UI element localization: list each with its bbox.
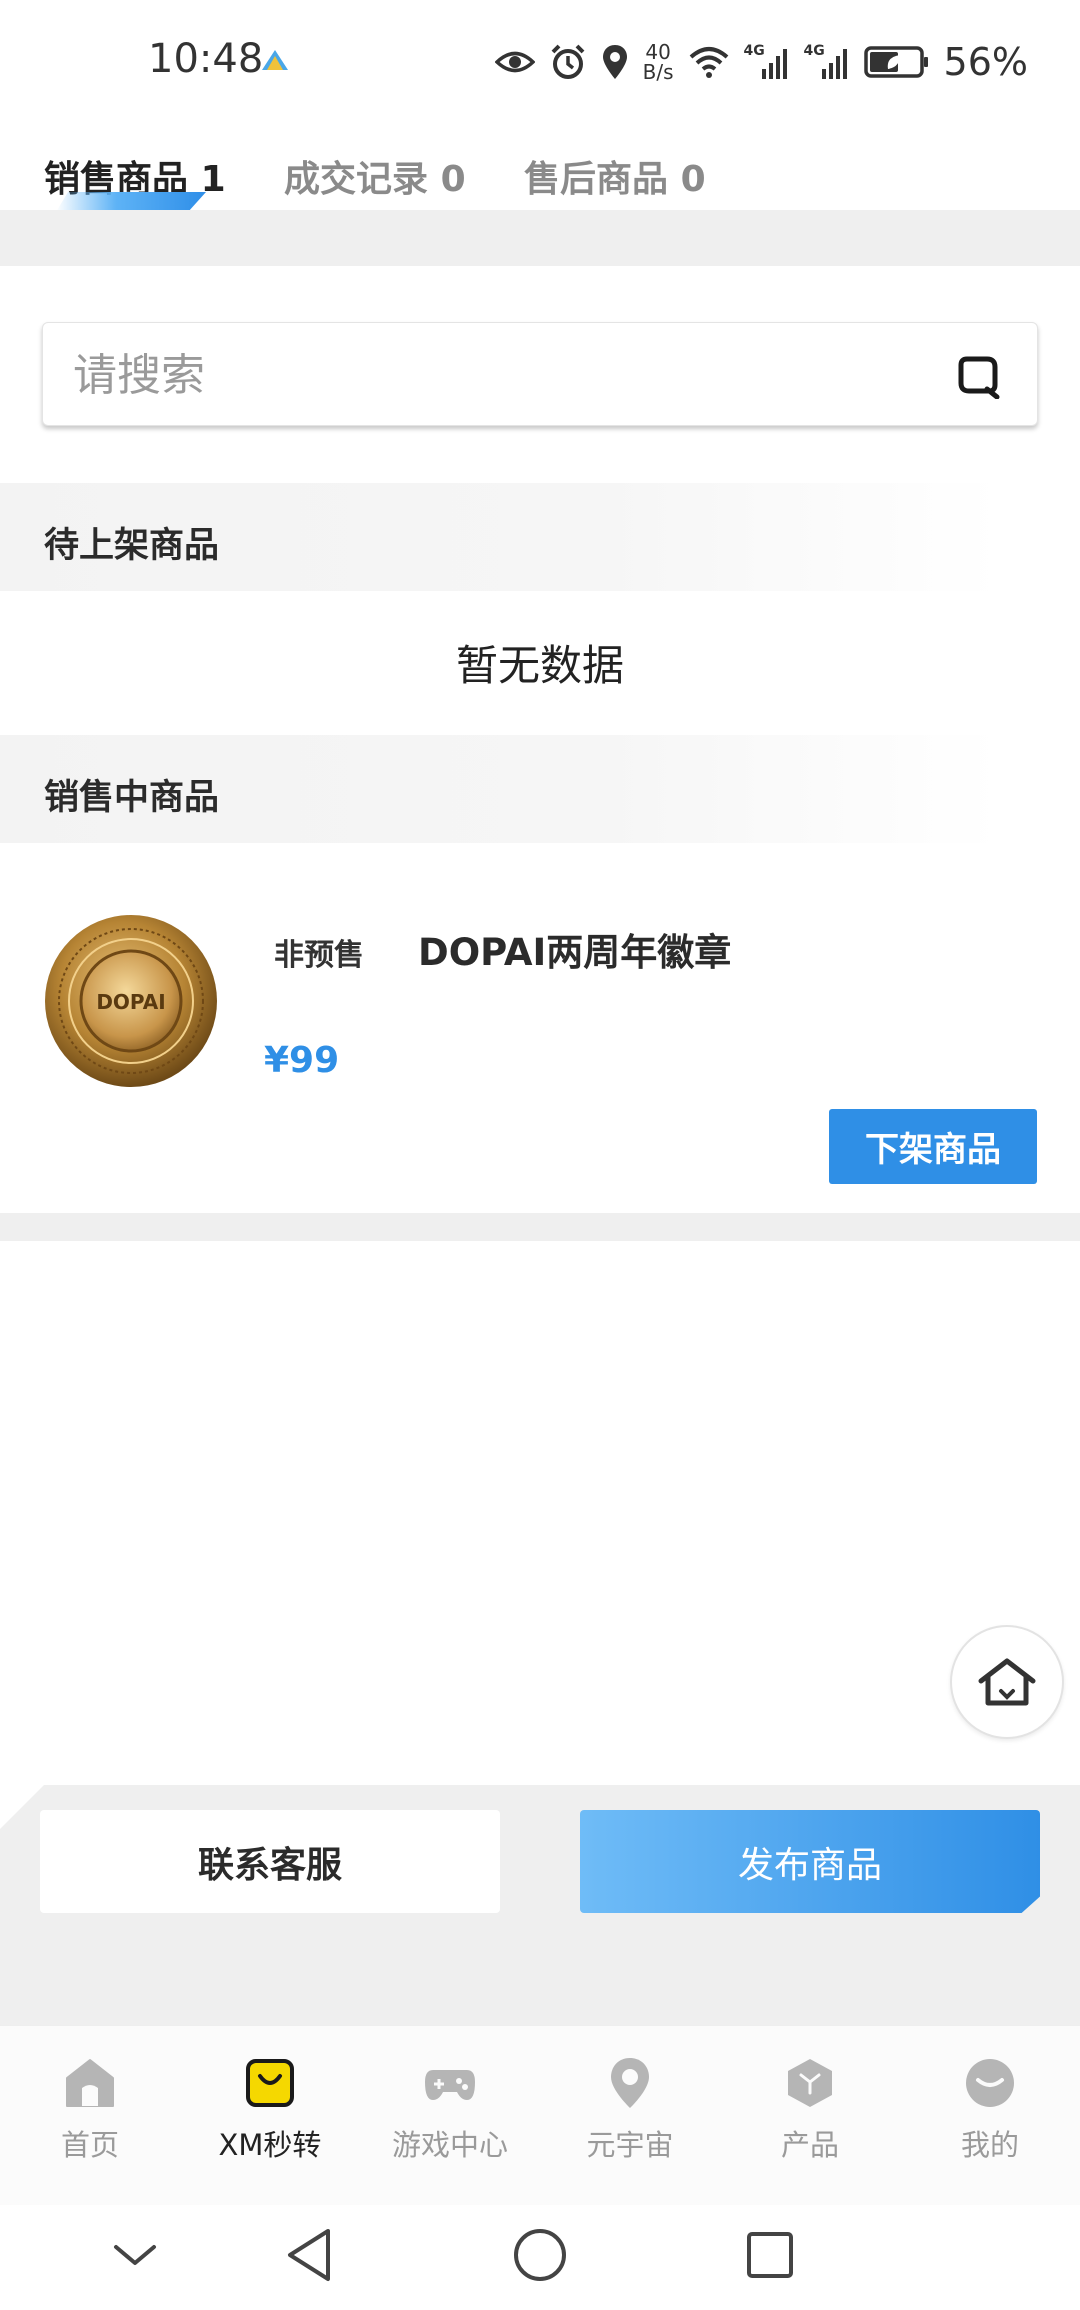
location-icon	[602, 45, 627, 79]
nav-label: 首页	[60, 2128, 119, 2162]
signal-4g-2: 4G	[804, 43, 850, 81]
product-name: DOPAI两周年徽章	[418, 931, 732, 974]
product-image[interactable]: DOPAI	[42, 912, 220, 1090]
tab-transactions[interactable]: 成交记录 0	[284, 150, 466, 202]
home-button[interactable]	[505, 2225, 575, 2285]
net-speed-unit: B/s	[642, 60, 674, 84]
nav-label: 产品	[780, 2128, 839, 2162]
nav-label: 我的	[960, 2128, 1019, 2162]
signal-4g-1: 4G	[744, 43, 790, 81]
tab-count: 0	[440, 159, 466, 200]
location-pin-icon	[611, 2058, 649, 2108]
gamepad-icon	[425, 2070, 475, 2100]
system-nav-bar	[0, 2205, 1080, 2310]
home-icon	[66, 2059, 114, 2107]
search-bar	[42, 322, 1038, 426]
product-price: ¥99	[264, 1040, 340, 1081]
bottom-nav: 首页 XM秒转 游戏中心 元宇宙 产品 我的	[0, 2025, 1080, 2205]
nav-item-games[interactable]: 游戏中心	[360, 2056, 540, 2186]
divider-band	[0, 1213, 1080, 1241]
search-icon[interactable]	[957, 355, 1001, 399]
floating-home-button[interactable]	[950, 1625, 1064, 1739]
signal-bars-icon	[761, 49, 787, 79]
nav-label: XM秒转	[218, 2128, 322, 2162]
nav-item-products[interactable]: 产品	[720, 2056, 900, 2186]
collapse-button[interactable]	[100, 2225, 170, 2285]
back-triangle-icon	[288, 2229, 330, 2281]
tab-after-sales[interactable]: 售后商品 0	[524, 150, 706, 202]
search-input[interactable]	[73, 345, 933, 405]
empty-state: 暂无数据	[455, 641, 624, 690]
status-time: 10:48	[148, 36, 264, 82]
section-title: 待上架商品	[44, 526, 220, 566]
active-tab-indicator	[56, 192, 206, 212]
tab-count: 0	[680, 159, 706, 200]
pending-section-header: 待上架商品	[0, 483, 1000, 591]
shopping-bag-icon	[246, 2059, 294, 2107]
net-speed-value: 40	[645, 40, 671, 64]
profile-icon	[966, 2059, 1014, 2107]
contact-service-button[interactable]: 联系客服	[40, 1810, 500, 1913]
battery-percent: 56%	[943, 40, 1028, 84]
app-notification-icon	[262, 50, 288, 70]
alarm-icon	[551, 44, 585, 79]
wifi-icon	[689, 47, 728, 78]
signal-bars-icon	[821, 49, 847, 79]
nav-item-xm[interactable]: XM秒转	[180, 2056, 360, 2186]
publish-product-button[interactable]: 发布商品	[580, 1810, 1040, 1913]
nav-item-home[interactable]: 首页	[0, 2056, 180, 2186]
home-circle-icon	[514, 2229, 566, 2281]
tab-label: 成交记录	[284, 159, 429, 200]
cube-icon	[788, 2059, 832, 2107]
recents-square-icon	[747, 2232, 793, 2278]
nav-item-metaverse[interactable]: 元宇宙	[540, 2056, 720, 2186]
delist-button[interactable]: 下架商品	[829, 1109, 1037, 1184]
page: 10:48 40 B/s 4G 4G 56% 销售商品 1 成交记录 0 售后商…	[0, 0, 1080, 2310]
nav-item-profile[interactable]: 我的	[900, 2056, 1080, 2186]
nav-label: 游戏中心	[391, 2128, 508, 2162]
presale-tag: 非预售	[274, 938, 364, 973]
product-image-text: DOPAI	[96, 990, 165, 1014]
divider-band	[0, 210, 1080, 266]
eye-icon	[494, 51, 535, 73]
recents-button[interactable]	[735, 2225, 805, 2285]
net-speed: 40 B/s	[643, 42, 674, 82]
section-title: 销售中商品	[44, 778, 220, 818]
battery-icon	[863, 46, 928, 78]
status-icons: 40 B/s 4G 4G 56%	[494, 36, 1028, 88]
chevron-down-icon	[114, 2245, 156, 2265]
tab-label: 售后商品	[524, 159, 669, 200]
nav-label: 元宇宙	[586, 2128, 674, 2162]
back-button[interactable]	[274, 2225, 344, 2285]
selling-section-header: 销售中商品	[0, 735, 1000, 843]
status-bar: 10:48 40 B/s 4G 4G 56%	[0, 0, 1080, 130]
home-icon	[978, 1658, 1036, 1706]
